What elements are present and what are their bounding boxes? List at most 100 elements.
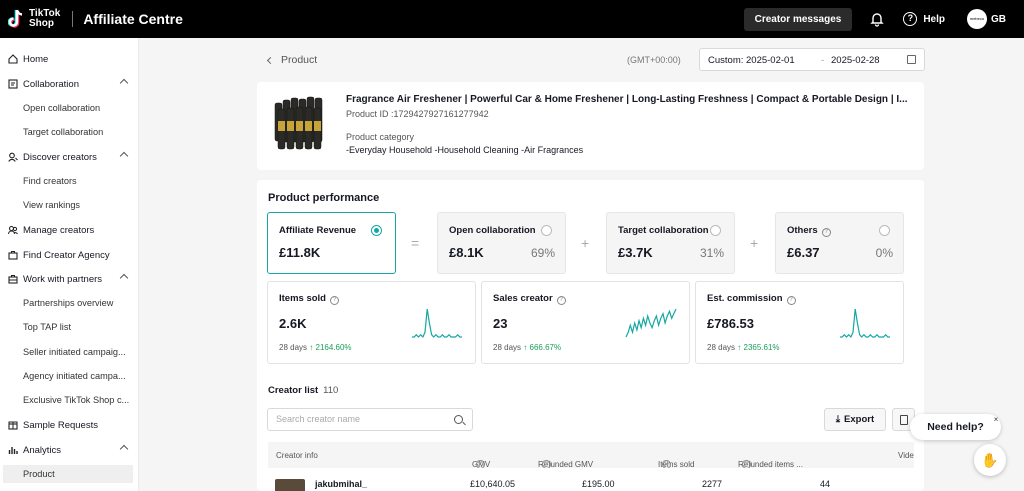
creator-messages-button[interactable]: Creator messages: [743, 7, 853, 31]
sort-icon[interactable]: [476, 460, 481, 468]
date-range-picker[interactable]: Custom: 2025-02-01 - 2025-02-28: [699, 48, 925, 71]
sidebar-item-find-creators[interactable]: Find creators: [0, 172, 139, 190]
sparkline: [625, 308, 677, 338]
sidebar-item-sample-requests[interactable]: Sample Requests: [0, 416, 139, 434]
sidebar-item-home[interactable]: Home: [0, 50, 139, 68]
others-pct: 0%: [875, 246, 893, 260]
top-bar: TikTok Shop Affiliate Centre Creator mes…: [0, 0, 1024, 38]
close-icon[interactable]: ×: [990, 414, 1002, 426]
info-icon[interactable]: ?: [786, 296, 796, 305]
sidebar-item-discover-creators[interactable]: Discover creators: [0, 148, 139, 166]
sidebar-item-open-collaboration[interactable]: Open collaboration: [0, 99, 139, 117]
info-icon[interactable]: ?: [821, 228, 831, 237]
sidebar: Home Collaboration Open collaboration Ta…: [0, 38, 139, 491]
chevron-up-icon: [119, 444, 129, 454]
column-header-video: Vide: [898, 451, 914, 460]
sparkline-series: [840, 308, 890, 339]
product-image: [272, 95, 330, 153]
radio-icon[interactable]: [541, 225, 552, 236]
avatar: mebeco: [967, 9, 987, 29]
target-collaboration-label: Target collaboration: [618, 225, 709, 236]
chevron-up-icon: [119, 78, 129, 88]
creator-list-title: Creator list 110: [268, 385, 338, 396]
metric-change: 2164.60%: [315, 343, 352, 352]
radio-icon[interactable]: [879, 225, 890, 236]
others-box[interactable]: Others? £6.37 0%: [775, 212, 904, 274]
table-row[interactable]: jakubmihal_ £10,640.05 £195.00 2277 44: [268, 468, 914, 491]
target-collaboration-box[interactable]: Target collaboration £3.7K 31%: [606, 212, 735, 274]
sidebar-item-label: Manage creators: [23, 224, 95, 236]
table-header: Creator info GMV? Refunded GMV? Items so…: [268, 442, 914, 469]
tiktok-shop-logo[interactable]: TikTok Shop: [8, 9, 60, 29]
sidebar-item-label: Analytics: [23, 444, 62, 456]
creator-search[interactable]: [267, 408, 473, 431]
cell-refunded-items: 44: [820, 479, 831, 489]
date-start: Custom: 2025-02-01: [708, 55, 795, 66]
metric-card-sales-creator: Sales creator? 23 28 days ↑ 666.67%: [481, 281, 690, 364]
collaboration-icon: [8, 79, 18, 89]
sort-icon[interactable]: [742, 460, 747, 468]
creator-name[interactable]: jakubmihal_: [315, 479, 367, 489]
affiliate-revenue-value: £11.8K: [279, 245, 321, 260]
account-menu[interactable]: mebeco GB: [967, 9, 1006, 29]
sidebar-item-top-tap-list[interactable]: Top TAP list: [0, 318, 139, 336]
sidebar-item-collaboration[interactable]: Collaboration: [0, 75, 139, 93]
performance-title: Product performance: [268, 192, 380, 204]
chevron-up-icon: [119, 273, 129, 283]
product-id: Product ID :1729427927161277942: [346, 109, 489, 119]
export-label: Export: [844, 414, 875, 425]
sort-icon[interactable]: [542, 460, 547, 468]
search-input[interactable]: [276, 414, 446, 424]
bell-icon[interactable]: [869, 11, 885, 27]
date-end: 2025-02-28: [831, 55, 880, 66]
sidebar-item-analytics[interactable]: Analytics: [0, 441, 139, 459]
need-help-button[interactable]: Need help?: [910, 414, 1001, 440]
sidebar-item-seller-initiated-campaigns[interactable]: Seller initiated campaig...: [0, 343, 139, 361]
metric-label-wrap: Est. commission?: [707, 293, 796, 305]
date-separator: -: [821, 55, 825, 66]
avatar-initials: GB: [991, 13, 1006, 25]
others-label: Others: [787, 225, 818, 236]
open-collaboration-box[interactable]: Open collaboration £8.1K 69%: [437, 212, 566, 274]
metric-label: Est. commission: [707, 293, 783, 304]
sidebar-item-exclusive-tiktok-shop[interactable]: Exclusive TikTok Shop c...: [0, 391, 139, 409]
calendar-icon: [907, 55, 916, 64]
sidebar-item-partnerships-overview[interactable]: Partnerships overview: [0, 294, 139, 312]
sidebar-item-manage-creators[interactable]: Manage creators: [0, 221, 139, 239]
product-title: Fragrance Air Freshener | Powerful Car &…: [346, 94, 908, 105]
others-label-wrap: Others?: [787, 225, 831, 237]
sidebar-item-label: Collaboration: [23, 78, 79, 90]
sidebar-item-view-rankings[interactable]: View rankings: [0, 196, 139, 214]
metric-card-items-sold: Items sold? 2.6K 28 days ↑ 2164.60%: [267, 281, 476, 364]
metric-card-est-commission: Est. commission? £786.53 28 days ↑ 2365.…: [695, 281, 904, 364]
sidebar-item-work-with-partners[interactable]: Work with partners: [0, 270, 139, 288]
sidebar-item-target-collaboration[interactable]: Target collaboration: [0, 123, 139, 141]
help-button[interactable]: ? Help: [903, 12, 945, 26]
sidebar-item-product[interactable]: Product: [3, 465, 133, 483]
breadcrumb-label: Product: [281, 54, 318, 66]
hand-wave-icon[interactable]: ✋: [974, 444, 1006, 476]
analytics-icon: [8, 447, 18, 454]
affiliate-revenue-box[interactable]: Affiliate Revenue £11.8K: [267, 212, 396, 274]
sidebar-item-label: Sample Requests: [23, 419, 98, 431]
open-collaboration-value: £8.1K: [449, 245, 484, 260]
cell-refunded-gmv: £195.00: [582, 479, 615, 489]
info-icon[interactable]: ?: [330, 296, 339, 305]
search-icon[interactable]: [454, 415, 463, 424]
breadcrumb[interactable]: Product: [266, 54, 318, 66]
sidebar-item-find-creator-agency[interactable]: Find Creator Agency: [0, 246, 139, 264]
app-title: Affiliate Centre: [83, 11, 183, 27]
product-category-label: Product category: [346, 132, 415, 142]
metric-period: 28 days: [493, 343, 522, 352]
radio-icon[interactable]: [710, 225, 721, 236]
sparkline: [840, 308, 890, 339]
logo-divider: [72, 11, 74, 27]
info-icon[interactable]: ?: [556, 296, 566, 305]
sort-icon[interactable]: [662, 460, 667, 468]
metric-footer: 28 days ↑ 666.67%: [493, 343, 561, 352]
radio-selected-icon[interactable]: [371, 225, 382, 236]
discover-icon: [8, 152, 18, 162]
question-icon: ?: [903, 12, 918, 26]
export-button[interactable]: ⤓ Export: [824, 408, 886, 431]
sidebar-item-agency-initiated-campaigns[interactable]: Agency initiated campa...: [0, 367, 139, 385]
